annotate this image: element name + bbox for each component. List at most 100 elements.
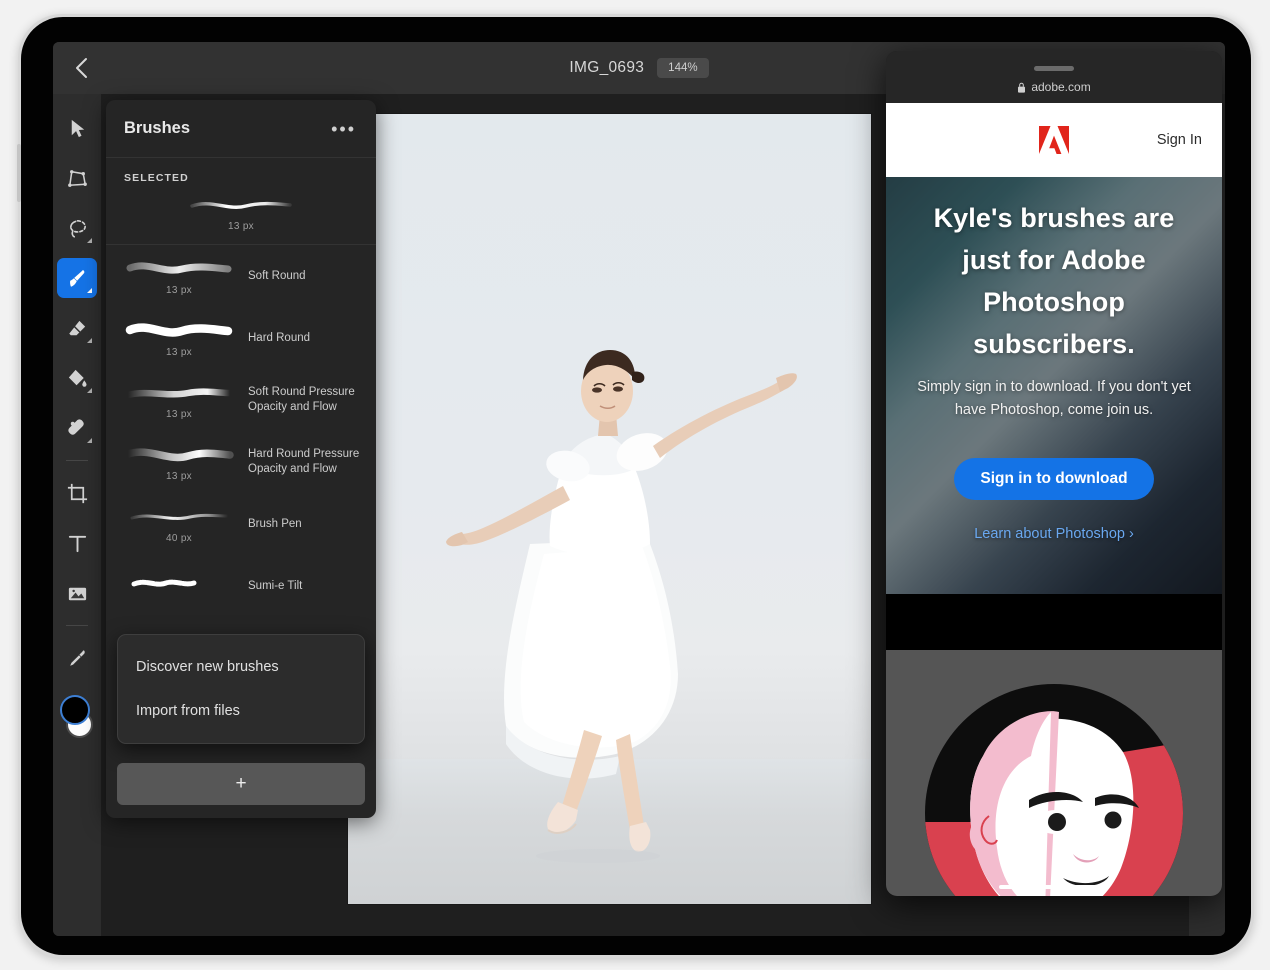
brush-thumb: 40 px bbox=[120, 504, 238, 544]
brush-name-label: Hard Round Pressure Opacity and Flow bbox=[248, 448, 360, 475]
paint-bucket-icon bbox=[68, 369, 87, 387]
crop-icon bbox=[67, 483, 87, 503]
foreground-color-swatch[interactable] bbox=[60, 695, 90, 725]
add-brush-button[interactable]: + bbox=[117, 763, 365, 805]
device-bezel: IMG_0693 144% Brushes ••• SELECTED 13 px… bbox=[21, 17, 1251, 955]
brush-name-label: Brush Pen bbox=[248, 517, 302, 530]
place-image-tool[interactable] bbox=[57, 573, 97, 613]
transform-icon bbox=[67, 169, 87, 187]
heal-tool[interactable] bbox=[57, 408, 97, 448]
brushes-panel-header: Brushes ••• bbox=[106, 100, 376, 158]
brushes-panel: Brushes ••• SELECTED 13 px 13 px Soft Ro… bbox=[106, 100, 376, 818]
selected-brush-item[interactable]: 13 px bbox=[106, 188, 376, 232]
brush-list[interactable]: 13 px Soft Round 13 px Hard Round 13 px … bbox=[106, 245, 376, 818]
browser-chrome: adobe.com bbox=[886, 51, 1222, 103]
list-item[interactable]: Sumi-e Tilt bbox=[106, 555, 376, 617]
tool-submenu-indicator bbox=[87, 288, 92, 293]
zoom-level-badge[interactable]: 144% bbox=[657, 58, 709, 78]
list-item[interactable]: 13 px Soft Round Pressure Opacity and Fl… bbox=[106, 369, 376, 431]
brush-size-label: 13 px bbox=[228, 221, 254, 232]
url-bar[interactable]: adobe.com bbox=[1017, 80, 1091, 94]
more-options-icon[interactable]: ••• bbox=[329, 120, 358, 138]
url-text: adobe.com bbox=[1031, 80, 1091, 94]
adobe-logo-icon bbox=[1039, 126, 1069, 154]
brush-name-label: Sumi-e Tilt bbox=[248, 579, 303, 592]
list-item[interactable]: 13 px Soft Round bbox=[106, 245, 376, 307]
brush-stroke-preview bbox=[124, 448, 234, 462]
menu-item-discover-new-brushes[interactable]: Discover new brushes bbox=[118, 645, 364, 689]
brush-size-label: 13 px bbox=[166, 409, 192, 420]
site-header: Sign In bbox=[886, 103, 1222, 177]
photoshop-app: IMG_0693 144% Brushes ••• SELECTED 13 px… bbox=[53, 42, 1225, 936]
brush-name-label: Soft Round bbox=[248, 269, 306, 282]
brush-size-label: 40 px bbox=[166, 533, 192, 544]
brush-size-label: 13 px bbox=[166, 471, 192, 482]
rail-divider bbox=[66, 460, 88, 461]
brush-thumb bbox=[120, 572, 238, 601]
learn-about-photoshop-link[interactable]: Learn about Photoshop › bbox=[910, 526, 1198, 542]
brush-name-label: Hard Round bbox=[248, 331, 311, 344]
page-title: IMG_0693 bbox=[569, 59, 645, 76]
lasso-tool[interactable] bbox=[57, 208, 97, 248]
device-screen: IMG_0693 144% Brushes ••• SELECTED 13 px… bbox=[53, 42, 1225, 936]
hero-subtitle: Simply sign in to download. If you don't… bbox=[917, 379, 1191, 418]
lock-icon bbox=[1017, 82, 1026, 93]
color-swatch[interactable] bbox=[57, 694, 97, 740]
brushes-context-menu: Discover new brushes Import from files bbox=[117, 634, 365, 744]
brush-stroke-preview bbox=[124, 388, 234, 399]
text-type-icon bbox=[68, 535, 86, 552]
eyedropper-icon bbox=[69, 649, 85, 666]
transform-tool[interactable] bbox=[57, 158, 97, 198]
brush-thumb: 13 px bbox=[120, 318, 238, 358]
eyedropper-tool[interactable] bbox=[57, 638, 97, 678]
crop-tool[interactable] bbox=[57, 473, 97, 513]
lasso-icon bbox=[69, 219, 86, 238]
hero-content: Kyle's brushes are just for Adobe Photos… bbox=[886, 177, 1222, 542]
cursor-arrow-icon bbox=[71, 119, 84, 137]
ballerina-photo bbox=[446, 350, 797, 863]
hero-banner: Kyle's brushes are just for Adobe Photos… bbox=[886, 177, 1222, 594]
tool-rail bbox=[53, 94, 101, 936]
avatar-section bbox=[886, 650, 1222, 896]
eraser-tool[interactable] bbox=[57, 308, 97, 348]
device-frame: IMG_0693 144% Brushes ••• SELECTED 13 px… bbox=[17, 14, 1254, 958]
list-item[interactable]: 13 px Hard Round Pressure Opacity and Fl… bbox=[106, 431, 376, 493]
brush-stroke-preview bbox=[130, 513, 230, 520]
move-tool[interactable] bbox=[57, 108, 97, 148]
browser-content[interactable]: Sign In Kyle's brushes are just for Adob… bbox=[886, 103, 1222, 896]
sign-in-to-download-button[interactable]: Sign in to download bbox=[954, 458, 1154, 500]
selected-brush-section: SELECTED 13 px bbox=[106, 158, 376, 245]
home-indicator bbox=[999, 885, 1109, 889]
fill-tool[interactable] bbox=[57, 358, 97, 398]
brush-tool[interactable] bbox=[57, 258, 97, 298]
chevron-left-icon bbox=[75, 58, 87, 78]
list-item[interactable]: 40 px Brush Pen bbox=[106, 493, 376, 555]
spot-heal-icon bbox=[67, 418, 84, 435]
list-item[interactable]: 13 px Hard Round bbox=[106, 307, 376, 369]
back-button[interactable] bbox=[53, 42, 109, 94]
type-tool[interactable] bbox=[57, 523, 97, 563]
tool-submenu-indicator bbox=[87, 388, 92, 393]
sign-in-link[interactable]: Sign In bbox=[1157, 132, 1202, 148]
brush-thumb: 13 px bbox=[120, 256, 238, 296]
brush-stroke-preview bbox=[131, 579, 197, 587]
avatar bbox=[925, 684, 1183, 896]
content-spacer bbox=[886, 594, 1222, 650]
tool-submenu-indicator bbox=[87, 338, 92, 343]
brush-size-label: 13 px bbox=[166, 347, 192, 358]
drag-handle[interactable] bbox=[1034, 66, 1074, 71]
rail-divider bbox=[66, 625, 88, 626]
tool-submenu-indicator bbox=[87, 438, 92, 443]
brush-stroke-preview bbox=[190, 201, 292, 209]
paintbrush-icon bbox=[69, 269, 84, 287]
brush-thumb: 13 px bbox=[120, 442, 238, 482]
eraser-icon bbox=[68, 320, 85, 335]
browser-slide-over: adobe.com Sign In Kyle's brushes are jus… bbox=[886, 51, 1222, 896]
selected-section-label: SELECTED bbox=[124, 172, 189, 184]
canvas-document[interactable] bbox=[348, 114, 871, 904]
brush-thumb: 13 px bbox=[120, 380, 238, 420]
tool-submenu-indicator bbox=[87, 238, 92, 243]
brush-stroke-preview bbox=[125, 323, 233, 337]
brush-stroke-preview bbox=[126, 262, 232, 274]
menu-item-import-from-files[interactable]: Import from files bbox=[118, 689, 364, 733]
